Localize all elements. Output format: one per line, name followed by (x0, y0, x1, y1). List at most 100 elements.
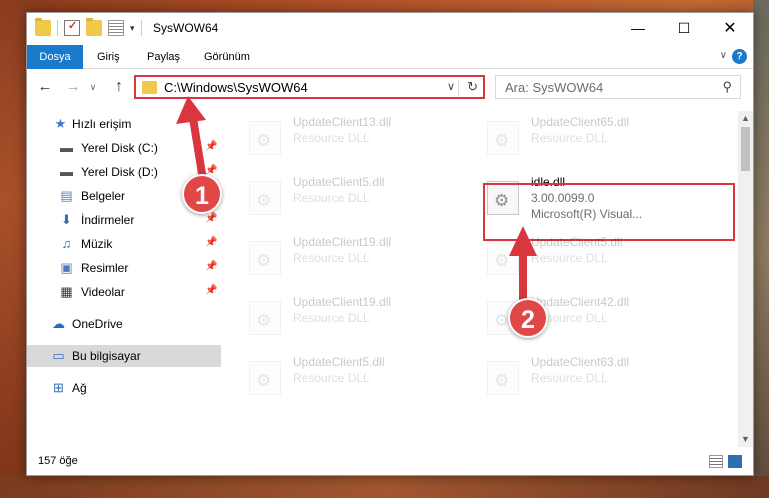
address-path[interactable]: C:\Windows\SysWOW64 (164, 80, 308, 95)
details-view-icon[interactable] (709, 455, 723, 468)
gear-icon: ⚙ (256, 191, 272, 210)
sidebar-item-local-disk-c[interactable]: ▬ Yerel Disk (C:) 📌 (27, 137, 221, 159)
scrollbar-thumb[interactable] (741, 127, 750, 171)
sidebar-item-quick-access[interactable]: ★ Hızlı erişim (27, 113, 221, 135)
minimize-button[interactable]: — (615, 13, 661, 43)
sidebar-item-this-pc[interactable]: ▭ Bu bilgisayar (27, 345, 221, 367)
desktop-background-left (0, 0, 26, 498)
file-tile[interactable]: ⚙ UpdateClient5.dll Resource DLL (245, 171, 471, 223)
status-bar: 157 öğe (27, 449, 753, 475)
sidebar-item-label: Yerel Disk (C:) (81, 141, 158, 155)
item-count: 157 öğe (38, 455, 78, 467)
scroll-up-icon[interactable]: ▲ (738, 111, 753, 126)
computer-icon: ▭ (52, 348, 65, 363)
up-button[interactable]: ↑ (109, 77, 129, 97)
cloud-icon: ☁ (52, 316, 65, 331)
properties-icon[interactable] (64, 19, 80, 36)
explorer-window: ▾ SysWOW64 — ☐ ✕ Dosya Giriş Paylaş Görü… (26, 12, 754, 476)
pin-icon[interactable]: 📌 (205, 285, 217, 296)
network-icon: ⊞ (53, 380, 64, 395)
back-button[interactable]: ← (35, 77, 55, 97)
pin-icon[interactable]: 📌 (205, 141, 217, 152)
dll-file-icon: ⚙ (487, 121, 519, 155)
sidebar-item-label: Ağ (72, 381, 87, 395)
window-title: SysWOW64 (153, 21, 219, 35)
tab-view[interactable]: Görünüm (192, 45, 262, 69)
title-bar: ▾ SysWOW64 — ☐ ✕ (27, 13, 753, 45)
pin-icon[interactable]: 📌 (205, 237, 217, 248)
address-bar[interactable]: C:\Windows\SysWOW64 ∨ ↻ (134, 75, 485, 99)
file-tile[interactable]: ⚙ UpdateClient19.dll Resource DLL (245, 231, 471, 283)
folder-icon[interactable] (35, 18, 51, 36)
file-name: UpdateClient42.dll (531, 295, 630, 309)
vertical-scrollbar[interactable]: ▲ ▼ (738, 111, 753, 447)
search-icon[interactable]: ⚲ (722, 79, 732, 95)
tab-home[interactable]: Giriş (85, 45, 132, 69)
pin-icon[interactable]: 📌 (205, 261, 217, 272)
new-folder-icon[interactable] (86, 18, 102, 36)
scroll-down-icon[interactable]: ▼ (738, 432, 753, 447)
forward-button[interactable]: → (63, 77, 83, 97)
gear-icon: ⚙ (494, 131, 510, 150)
dll-file-icon: ⚙ (249, 301, 281, 335)
chevron-down-icon[interactable]: ∨ (447, 80, 455, 93)
file-name: UpdateClient63.dll (531, 355, 630, 369)
documents-icon: ▤ (60, 188, 73, 203)
file-list: ⚙ UpdateClient13.dll Resource DLL ⚙ Upda… (221, 111, 738, 447)
pin-icon[interactable]: 📌 (205, 213, 217, 224)
gear-icon: ⚙ (494, 371, 510, 390)
file-description: Resource DLL (531, 371, 608, 385)
tab-file[interactable]: Dosya (27, 45, 83, 69)
pictures-icon: ▣ (60, 260, 73, 275)
file-name: UpdateClient65.dll (531, 115, 630, 129)
dll-file-icon: ⚙ (249, 361, 281, 395)
file-description: Resource DLL (293, 251, 370, 265)
file-tile[interactable]: ⚙ UpdateClient5.dll Resource DLL (483, 231, 709, 283)
file-description: Resource DLL (531, 251, 608, 265)
file-name: UpdateClient5.dll (531, 235, 623, 249)
search-input[interactable]: Ara: SysWOW64 ⚲ (495, 75, 741, 99)
maximize-button[interactable]: ☐ (661, 13, 707, 43)
gear-icon: ⚙ (494, 311, 510, 330)
folder-icon (142, 81, 157, 94)
sidebar-item-videos[interactable]: ▦ Videolar 📌 (27, 281, 221, 303)
refresh-icon[interactable]: ↻ (467, 79, 478, 95)
navigation-bar: ← → ∨ ↑ C:\Windows\SysWOW64 ∨ ↻ Ara: Sys… (27, 73, 753, 101)
tiles-view-icon[interactable] (728, 455, 742, 468)
gear-icon: ⚙ (256, 311, 272, 330)
file-description: Resource DLL (293, 311, 370, 325)
file-tile[interactable]: ⚙ UpdateClient63.dll Resource DLL (483, 351, 709, 403)
expand-ribbon-icon[interactable]: ∨ (720, 50, 727, 61)
file-tile[interactable]: ⚙ UpdateClient65.dll Resource DLL (483, 111, 709, 163)
file-tile[interactable]: ⚙ UpdateClient5.dll Resource DLL (245, 351, 471, 403)
sidebar-item-network[interactable]: ⊞ Ağ (27, 377, 221, 399)
file-name: UpdateClient13.dll (293, 115, 392, 129)
sidebar-item-label: İndirmeler (81, 213, 135, 227)
sidebar-item-music[interactable]: ♫ Müzik 📌 (27, 233, 221, 255)
file-name: UpdateClient19.dll (293, 235, 392, 249)
recent-locations-icon[interactable]: ∨ (83, 77, 103, 97)
sidebar-item-onedrive[interactable]: ☁ OneDrive (27, 313, 221, 335)
file-tile[interactable]: ⚙ UpdateClient13.dll Resource DLL (245, 111, 471, 163)
file-description: Resource DLL (531, 131, 608, 145)
step-1-badge: 1 (182, 174, 222, 214)
tab-share[interactable]: Paylaş (135, 45, 192, 69)
dll-file-icon: ⚙ (487, 241, 519, 275)
search-placeholder: Ara: SysWOW64 (505, 80, 604, 95)
chevron-down-icon[interactable]: ▾ (130, 23, 135, 34)
dll-file-icon: ⚙ (487, 361, 519, 395)
ribbon-tabs: Dosya Giriş Paylaş Görünüm ∨ ? (27, 45, 753, 69)
sidebar-item-label: Videolar (81, 285, 125, 299)
gear-icon: ⚙ (256, 251, 272, 270)
sidebar-item-downloads[interactable]: ⬇ İndirmeler 📌 (27, 209, 221, 231)
help-icon[interactable]: ? (732, 49, 747, 64)
toolbar-divider (140, 20, 142, 36)
drive-icon: ▬ (60, 164, 73, 179)
dll-file-icon: ⚙ (249, 181, 281, 215)
file-tile[interactable]: ⚙ UpdateClient19.dll Resource DLL (245, 291, 471, 343)
close-button[interactable]: ✕ (707, 13, 753, 43)
customize-icon[interactable] (108, 20, 124, 36)
file-name: UpdateClient19.dll (293, 295, 392, 309)
sidebar-item-pictures[interactable]: ▣ Resimler 📌 (27, 257, 221, 279)
step-2-badge: 2 (508, 298, 548, 338)
